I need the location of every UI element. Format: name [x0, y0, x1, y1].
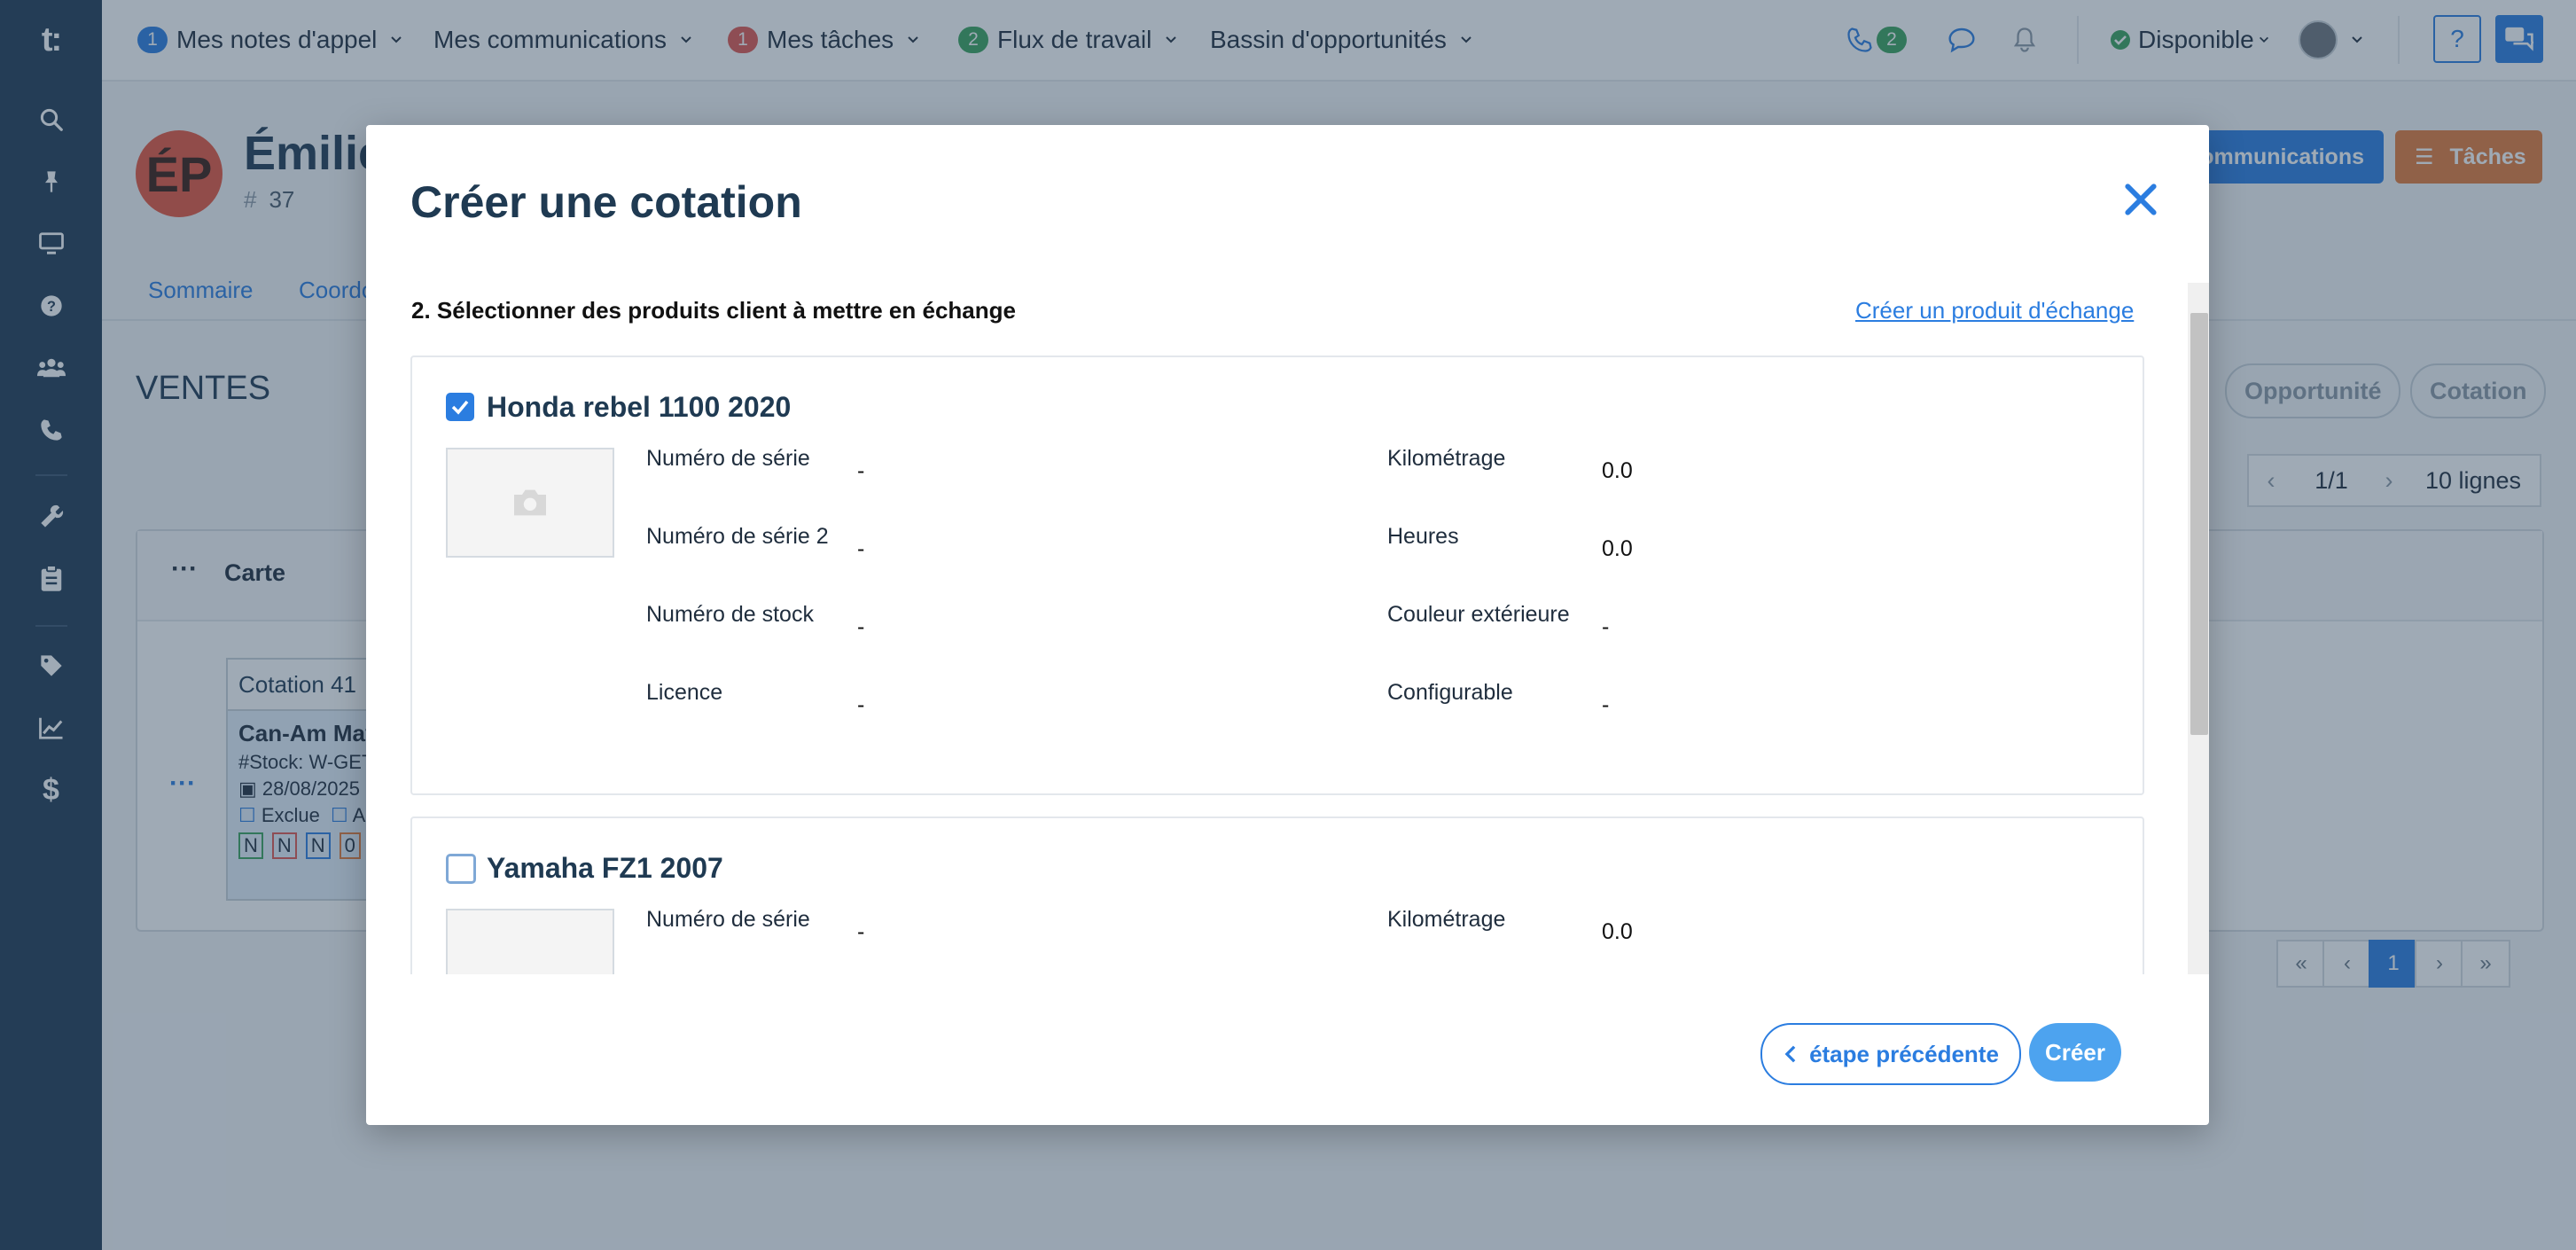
field-label: Licence [646, 680, 723, 705]
product-name: Honda rebel 1100 2020 [487, 391, 792, 423]
create-quote-modal: Créer une cotation 2. Sélectionner des p… [366, 125, 2209, 1125]
close-icon [2125, 184, 2157, 215]
field-value: - [857, 536, 865, 561]
field-label: Kilométrage [1387, 907, 1506, 932]
trade-in-product-card: Honda rebel 1100 2020 Numéro de série - … [410, 355, 2144, 795]
previous-step-label: étape précédente [1809, 1040, 1999, 1067]
field-label: Configurable [1387, 680, 1513, 705]
field-label: Numéro de série [646, 446, 810, 471]
step-label: 2. Sélectionner des produits client à me… [411, 297, 1016, 324]
field-value: - [857, 614, 865, 639]
field-label: Kilométrage [1387, 446, 1506, 471]
check-icon [451, 400, 469, 415]
camera-icon [514, 489, 546, 516]
trade-in-product-card: Yamaha FZ1 2007 Numéro de série - Kilomé… [410, 816, 2144, 974]
field-value: - [857, 692, 865, 717]
field-value: 0.0 [1602, 536, 1633, 561]
chevron-left-icon [1784, 1045, 1796, 1063]
field-label: Heures [1387, 524, 1459, 549]
create-trade-in-link[interactable]: Créer un produit d'échange [1855, 297, 2134, 324]
field-value: - [857, 919, 865, 944]
create-button-label: Créer [2045, 1038, 2105, 1066]
field-value: 0.0 [1602, 919, 1633, 944]
product-name: Yamaha FZ1 2007 [487, 852, 723, 884]
field-value: - [857, 458, 865, 483]
modal-title: Créer une cotation [410, 177, 802, 227]
product-thumbnail [446, 909, 614, 974]
field-label: Numéro de stock [646, 602, 814, 627]
close-button[interactable] [2121, 180, 2166, 224]
field-value: - [1602, 614, 1610, 639]
field-label: Numéro de série [646, 907, 810, 932]
modal-body: 2. Sélectionner des produits client à me… [366, 283, 2209, 974]
field-label: Numéro de série 2 [646, 524, 829, 549]
field-value: - [1602, 692, 1610, 717]
product-checkbox[interactable] [446, 393, 474, 421]
modal-scrollbar-thumb[interactable] [2190, 313, 2208, 735]
create-button[interactable]: Créer [2029, 1023, 2121, 1082]
product-checkbox[interactable] [446, 854, 476, 884]
field-label: Couleur extérieure [1387, 602, 1570, 627]
previous-step-button[interactable]: étape précédente [1760, 1023, 2021, 1085]
field-value: 0.0 [1602, 458, 1633, 483]
product-thumbnail [446, 448, 614, 558]
